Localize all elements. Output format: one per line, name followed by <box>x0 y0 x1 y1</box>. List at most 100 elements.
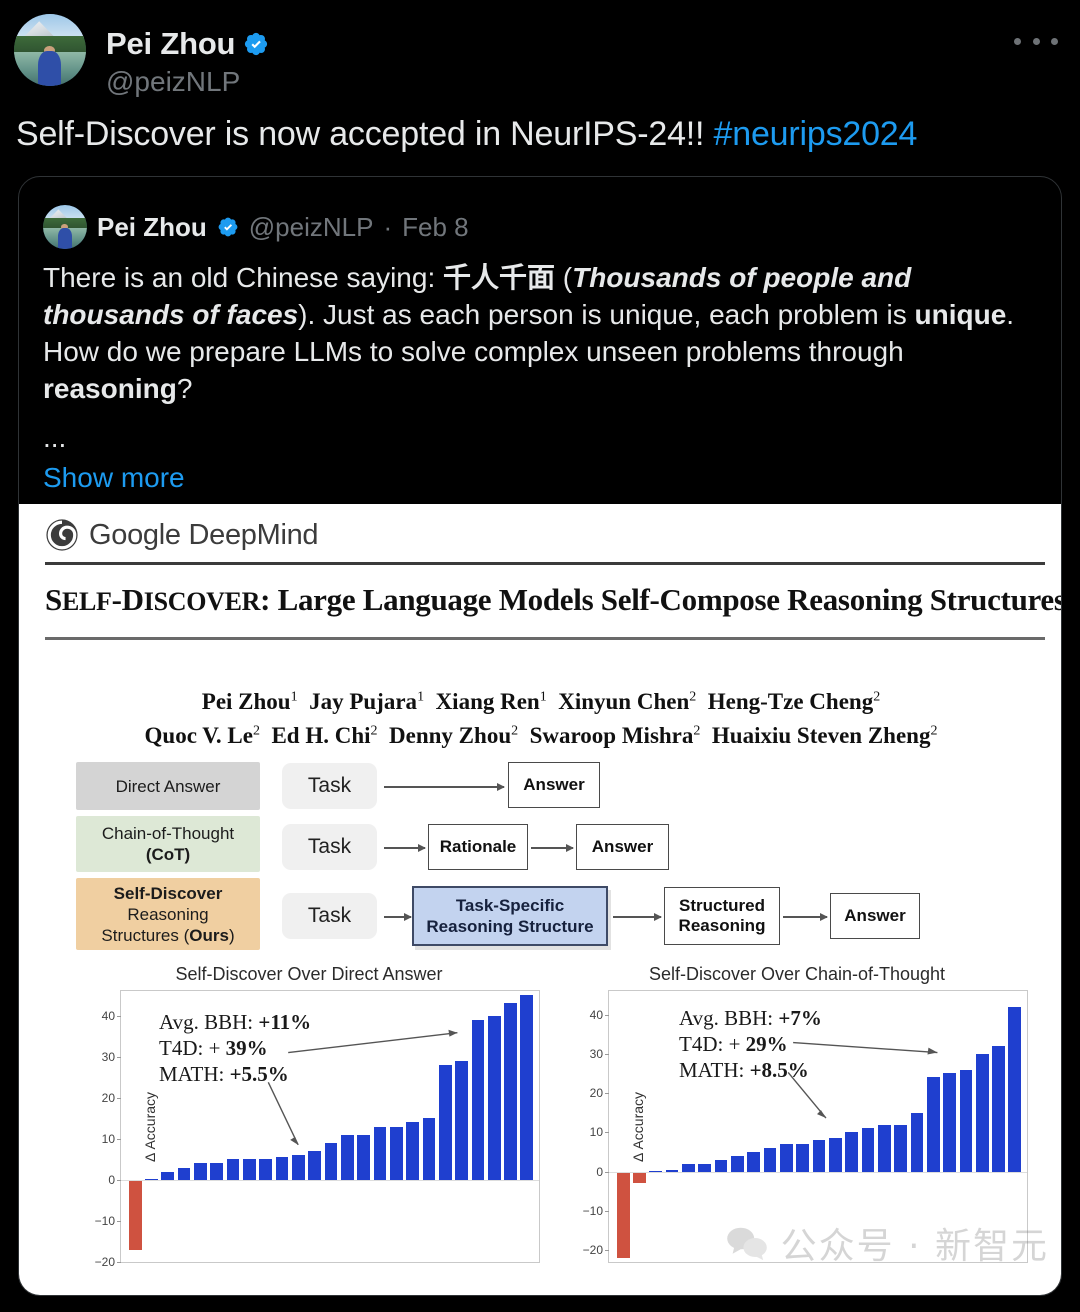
bar <box>455 1060 468 1180</box>
author-affiliation: 1 <box>539 689 547 704</box>
show-more-link[interactable]: Show more <box>43 459 185 496</box>
bar <box>128 1179 142 1250</box>
plot-area-left: Δ Accuracy Avg. BBH: +11% T4D: + 39% MATH:… <box>95 990 540 1269</box>
bar <box>324 1142 338 1180</box>
quoted-avatar[interactable] <box>43 205 87 249</box>
quoted-tweet-body: There is an old Chinese saying: 千人千面 (Th… <box>43 259 1043 496</box>
tweet-screenshot: Pei Zhou @peizNLP Self-Discover is now a… <box>0 0 1080 1312</box>
author-affiliation: 2 <box>689 689 697 704</box>
chart-title-right: Self-Discover Over Chain-of-Thought <box>648 964 946 984</box>
answer-box-1: Answer <box>508 762 600 808</box>
author-affiliation: 2 <box>252 723 260 739</box>
annotation-value: 39% <box>225 1036 268 1060</box>
bar <box>698 1163 712 1172</box>
bar <box>992 1045 1005 1172</box>
author-affiliation: 2 <box>873 689 881 704</box>
y-tick-label: −10 <box>582 1203 610 1218</box>
quoted-ellipsis: ... <box>43 422 67 453</box>
quoted-handle[interactable]: @peizNLP <box>249 212 374 243</box>
watermark-text: 公众号 · 新智元 <box>780 1226 1049 1267</box>
label-direct-answer: Direct Answer <box>76 762 260 810</box>
annotation-line: Avg. BBH: +11% <box>159 1010 312 1034</box>
bar <box>714 1159 728 1172</box>
bar <box>243 1159 256 1180</box>
deepmind-name: Google DeepMind <box>89 518 319 551</box>
author: Denny Zhou2 <box>389 723 519 749</box>
task-box-1: Task <box>282 763 377 809</box>
task-specific-line1: Task-Specific <box>455 896 565 915</box>
task-specific-line2: Reasoning Structure <box>426 917 594 936</box>
quoted-text-bold-unique: unique <box>914 299 1007 330</box>
bar <box>194 1163 207 1180</box>
annotation-line: T4D: + 39% <box>159 1036 268 1060</box>
zero-baseline <box>121 1179 539 1181</box>
author: Quoc V. Le2 <box>144 723 260 749</box>
author-affiliation: 2 <box>370 723 378 739</box>
quoted-text-b: ( <box>555 262 573 293</box>
label-cot-line2: (CoT) <box>145 845 191 864</box>
y-tick-label: 10 <box>101 1131 122 1146</box>
y-tick-label: 0 <box>108 1172 121 1187</box>
bar <box>731 1155 744 1172</box>
quoted-display-name[interactable]: Pei Zhou <box>97 212 207 243</box>
annotation-line: MATH: +5.5% <box>159 1062 289 1086</box>
quoted-tweet-card[interactable]: Pei Zhou @peizNLP · Feb 8 There is an ol… <box>18 176 1062 1296</box>
bar <box>894 1124 907 1172</box>
arrow-5 <box>613 913 662 920</box>
annotation-right: Avg. BBH: +7% T4D: + 29% MATH: +8.5% <box>679 1005 822 1083</box>
avatar[interactable] <box>14 14 86 86</box>
bar <box>682 1163 695 1172</box>
y-tick-label: −10 <box>94 1213 122 1228</box>
author: Ed H. Chi2 <box>271 723 378 749</box>
title-iscover: ISCOVER <box>143 587 261 616</box>
bar <box>910 1112 924 1172</box>
y-tick-label: 10 <box>589 1125 610 1140</box>
bar <box>828 1138 842 1172</box>
more-options-icon[interactable] <box>1014 28 1058 54</box>
bar <box>926 1077 940 1172</box>
bar <box>845 1132 858 1172</box>
arrow-2 <box>384 844 426 851</box>
y-tick-label: 40 <box>101 1008 122 1023</box>
structured-line2: Reasoning <box>678 916 766 935</box>
bar <box>959 1069 973 1172</box>
author: Heng-Tze Cheng2 <box>707 688 881 714</box>
quoted-separator: · <box>383 211 393 242</box>
annotation-value: +5.5% <box>229 1062 289 1086</box>
annotation-left: Avg. BBH: +11% T4D: + 39% MATH: +5.5% <box>159 1009 311 1087</box>
title-dash: - <box>111 582 122 617</box>
author: Xiang Ren1 <box>435 688 547 714</box>
tweet-text-main: Self-Discover is now accepted in NeurIPS… <box>16 115 714 153</box>
bar <box>633 1171 646 1184</box>
quoted-date[interactable]: Feb 8 <box>402 212 469 243</box>
paper-rule-bottom <box>45 637 1045 640</box>
bar <box>210 1163 224 1180</box>
display-name[interactable]: Pei Zhou <box>106 26 235 62</box>
author-affiliation: 2 <box>930 723 938 739</box>
author: Swaroop Mishra2 <box>529 723 701 749</box>
bar <box>259 1159 273 1180</box>
deepmind-branding: Google DeepMind <box>45 518 319 552</box>
embedded-paper-image[interactable]: Google DeepMind SELF-DISCOVER: Large Lan… <box>19 504 1061 1295</box>
label-self-discover: Self-Discover Reasoning Structures (Ours… <box>76 878 260 950</box>
handle[interactable]: @peizNLP <box>106 66 240 98</box>
bar <box>226 1159 240 1180</box>
bar <box>161 1171 175 1180</box>
authors-line-1: Pei Zhou1 Jay Pujara1 Xiang Ren1 Xinyun … <box>19 682 1061 717</box>
bar <box>861 1128 875 1172</box>
label-direct-answer-text: Direct Answer <box>115 776 221 796</box>
y-tick-label: 40 <box>589 1007 610 1022</box>
author-affiliation: 1 <box>417 689 425 704</box>
authors-line-2: Quoc V. Le2 Ed H. Chi2 Denny Zhou2 Swaro… <box>19 717 1061 752</box>
bar <box>389 1126 403 1180</box>
bar <box>177 1167 191 1180</box>
arrow-4 <box>384 913 412 920</box>
bar <box>520 995 534 1180</box>
method-comparison-diagram: Direct Answer Chain-of-Thought (CoT) Sel… <box>19 754 1061 964</box>
bar <box>616 1171 630 1259</box>
hashtag-link[interactable]: #neurips2024 <box>714 115 918 153</box>
quoted-text-a: There is an old Chinese saying: <box>43 262 443 293</box>
title-elf: ELF <box>61 587 112 616</box>
google-deepmind-logo-icon <box>46 519 78 551</box>
y-tick-label: 20 <box>101 1090 122 1105</box>
